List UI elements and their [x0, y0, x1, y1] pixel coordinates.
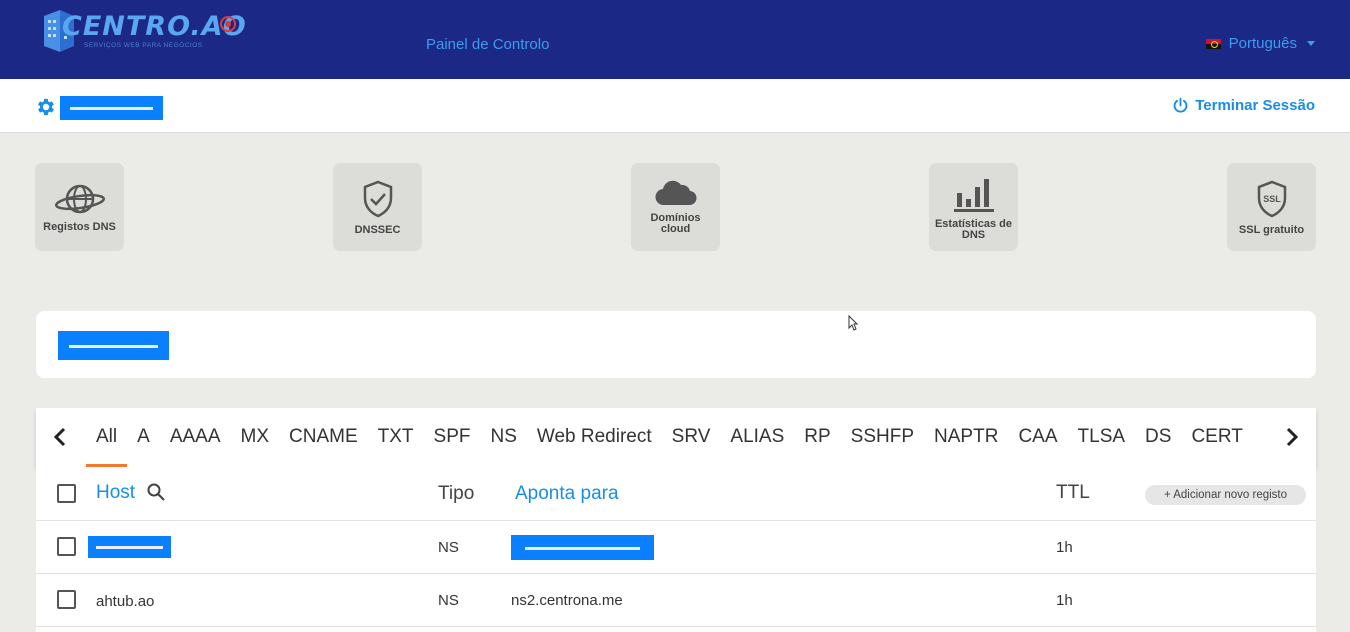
row-type: NS [438, 539, 459, 556]
tab-ns[interactable]: NS [480, 408, 526, 467]
globe-icon [54, 184, 105, 213]
shield-check-icon [363, 180, 392, 217]
feature-card-dns-records[interactable]: Registos DNS [35, 163, 124, 251]
logout-button[interactable]: Terminar Sessão [1172, 97, 1315, 114]
control-panel-link[interactable]: Painel de Controlo [426, 36, 549, 53]
tab-ds[interactable]: DS [1135, 408, 1181, 467]
row-ttl: 1h [1056, 539, 1073, 556]
table-row: ahtub.ao NS ns2.centrona.me 1h [36, 574, 1316, 627]
gear-icon[interactable] [35, 96, 57, 118]
column-header-type: Tipo [438, 483, 475, 504]
host-header-label: Host [96, 482, 136, 503]
search-icon[interactable] [146, 482, 166, 502]
tab-spf[interactable]: SPF [424, 408, 481, 467]
tab-track: All A AAAA MX CNAME TXT SPF NS Web Redirect SRV AL… [86, 408, 1264, 467]
tab-rp[interactable]: RP [794, 408, 840, 467]
redacted-domain-name [58, 331, 169, 360]
row-type: NS [438, 592, 459, 609]
power-icon [1173, 97, 1188, 113]
row-ttl: 1h [1056, 592, 1073, 609]
svg-text:SSL: SSL [1263, 194, 1281, 204]
row-host: ahtub.ao [96, 593, 155, 610]
tab-txt[interactable]: TXT [368, 408, 424, 467]
logo[interactable]: CENTRO.AO SERVIÇOS WEB PARA NEGÓCIOS [40, 8, 247, 58]
column-header-points-to[interactable]: Aponta para [515, 483, 619, 505]
chevron-right-icon[interactable] [1281, 426, 1301, 448]
table-header-row: Host Tipo Aponta para TTL + Adicionar no… [36, 467, 1316, 521]
chevron-left-icon[interactable] [51, 426, 71, 448]
tab-all[interactable]: All [86, 408, 128, 467]
language-selector[interactable]: Português [1205, 35, 1315, 52]
user-bar: Terminar Sessão [0, 79, 1350, 133]
tab-tlsa[interactable]: TLSA [1068, 408, 1136, 467]
tab-cert[interactable]: CERT [1181, 408, 1252, 467]
feature-label: SSL gratuito [1238, 223, 1305, 236]
select-all-checkbox[interactable] [57, 484, 76, 503]
logout-label: Terminar Sessão [1195, 97, 1315, 114]
feature-card-cloud-domains[interactable]: Domínios cloud [631, 163, 720, 251]
portugal-flag-icon [1205, 38, 1221, 49]
tab-cname[interactable]: CNAME [279, 408, 368, 467]
tab-mx[interactable]: MX [231, 408, 280, 467]
tab-caa[interactable]: CAA [1008, 408, 1067, 467]
redacted-host [88, 536, 171, 558]
tab-web-redirect[interactable]: Web Redirect [527, 408, 662, 467]
feature-label: Registos DNS [43, 220, 116, 233]
record-type-tabs: All A AAAA MX CNAME TXT SPF NS Web Redirect SRV AL… [36, 408, 1316, 467]
tab-aaaa[interactable]: AAAA [160, 408, 231, 467]
add-record-button[interactable]: + Adicionar novo registo [1145, 485, 1306, 505]
feature-label: Domínios cloud [650, 212, 701, 235]
logo-text: CENTRO.AO [62, 11, 247, 42]
redacted-username [60, 96, 163, 120]
row-points-to: ns2.centrona.me [511, 592, 623, 609]
ssl-shield-icon: SSL [1257, 180, 1286, 217]
mouse-cursor-icon [848, 315, 858, 331]
feature-card-dns-statistics[interactable]: Estatísticas de DNS [929, 163, 1018, 251]
row-checkbox[interactable] [57, 537, 76, 556]
cloud-icon [654, 180, 697, 206]
chevron-down-icon [1307, 41, 1315, 46]
bar-chart-icon [953, 179, 994, 212]
tab-sshfp[interactable]: SSHFP [841, 408, 924, 467]
column-header-ttl: TTL [1056, 482, 1090, 503]
tab-srv[interactable]: SRV [662, 408, 721, 467]
tab-a[interactable]: A [127, 408, 160, 467]
language-label: Português [1228, 35, 1297, 52]
feature-label: Estatísticas de DNS [934, 218, 1013, 241]
tab-alias[interactable]: ALIAS [720, 408, 794, 467]
feature-card-dnssec[interactable]: DNSSEC [333, 163, 422, 251]
dns-records-table: Host Tipo Aponta para TTL + Adicionar no… [36, 467, 1316, 632]
row-checkbox[interactable] [57, 590, 76, 609]
feature-label: DNSSEC [354, 223, 401, 236]
logo-subtitle: SERVIÇOS WEB PARA NEGÓCIOS [84, 42, 203, 49]
feature-card-free-ssl[interactable]: SSL SSL gratuito [1227, 163, 1316, 251]
column-header-host[interactable]: Host [96, 482, 166, 504]
table-row: NS 1h [36, 521, 1316, 574]
redacted-points-to [511, 535, 654, 560]
top-header: CENTRO.AO SERVIÇOS WEB PARA NEGÓCIOS Pai… [0, 0, 1350, 79]
domain-panel [36, 311, 1316, 378]
tab-naptr[interactable]: NAPTR [924, 408, 1008, 467]
wifi-dot-icon [220, 16, 236, 32]
